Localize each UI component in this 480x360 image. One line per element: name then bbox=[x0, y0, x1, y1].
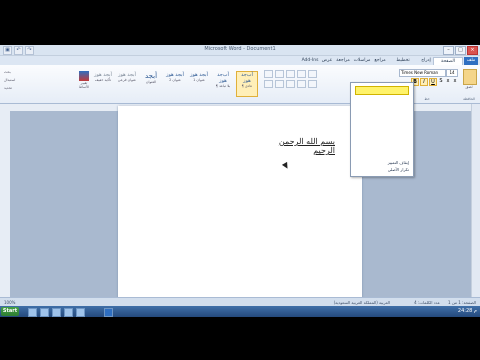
clipboard-group-label: الحافظة bbox=[463, 97, 475, 101]
subscript-button[interactable]: x bbox=[445, 78, 451, 84]
alignment-buttons bbox=[264, 80, 317, 88]
window-controls: – □ × bbox=[443, 46, 478, 55]
font-format-row: B I U S x x bbox=[411, 78, 458, 86]
style-name: عنوان 1 bbox=[193, 78, 205, 82]
editing-group: بحث استبدال تحديد bbox=[2, 67, 28, 101]
tab-insert[interactable]: إدراج bbox=[419, 57, 433, 65]
document-page[interactable] bbox=[118, 106, 362, 306]
style-no-spacing[interactable]: أب‌جد هوز ¶ بلا تباعد bbox=[212, 71, 234, 97]
vertical-scrollbar[interactable] bbox=[471, 104, 480, 306]
word-taskbar-icon[interactable] bbox=[104, 308, 113, 317]
numbering-icon[interactable] bbox=[275, 70, 284, 78]
style-title[interactable]: أبجد العنوان bbox=[140, 71, 162, 97]
decrease-indent-icon[interactable] bbox=[297, 70, 306, 78]
align-center-icon[interactable] bbox=[275, 80, 284, 88]
change-styles-icon bbox=[79, 71, 89, 81]
align-right-icon[interactable] bbox=[286, 80, 295, 88]
find-button[interactable]: بحث bbox=[4, 70, 11, 74]
underline-button[interactable]: U bbox=[429, 78, 437, 86]
align-left-icon[interactable] bbox=[264, 80, 273, 88]
style-subtle-emphasis[interactable]: أبجد هوز تأكيد خفيف bbox=[92, 71, 114, 97]
style-preview: أب‌جد هوز bbox=[217, 72, 229, 84]
justify-icon[interactable] bbox=[297, 80, 306, 88]
multilevel-list-icon[interactable] bbox=[286, 70, 295, 78]
increase-indent-icon[interactable] bbox=[308, 70, 317, 78]
style-subtitle[interactable]: أبجد هوز عنوان فرعي bbox=[116, 71, 138, 97]
word-count[interactable]: عدد الكلمات: 4 bbox=[414, 300, 440, 305]
page-count[interactable]: الصفحة: 1 من 1 bbox=[448, 300, 476, 305]
taskbar-app-icon[interactable] bbox=[52, 308, 61, 317]
paste-icon[interactable] bbox=[463, 69, 477, 85]
bullets-icon[interactable] bbox=[264, 70, 273, 78]
line-spacing-icon[interactable] bbox=[308, 80, 317, 88]
font-size-select[interactable]: 14 bbox=[446, 69, 458, 77]
paragraph-group bbox=[262, 67, 348, 101]
italic-button[interactable]: I bbox=[420, 78, 428, 86]
select-button[interactable]: تحديد bbox=[4, 86, 12, 90]
style-heading-2[interactable]: أبجد هوز عنوان 2 bbox=[164, 71, 186, 97]
system-clock: 24:28 م bbox=[457, 308, 477, 314]
style-preview: أبجد bbox=[144, 72, 158, 80]
styles-gallery: أب‌جد هوز ¶ عادي أب‌جد هوز ¶ بلا تباعد أ… bbox=[28, 67, 260, 101]
style-name: عنوان 2 bbox=[169, 78, 181, 82]
paste-label: لصق bbox=[465, 85, 473, 89]
taskbar-app-icon[interactable] bbox=[64, 308, 73, 317]
title-bar: ▣ ↶ ↷ Microsoft Word - Document1 – □ × bbox=[0, 45, 480, 56]
ribbon-tabs: ملف الصفحة الرئيسية إدراج تخطيط الصفحة م… bbox=[0, 56, 480, 72]
taskbar-app-icon[interactable] bbox=[76, 308, 85, 317]
taskbar: Start 24:28 م bbox=[0, 306, 480, 317]
style-name: عنوان فرعي bbox=[117, 78, 137, 82]
tab-review[interactable]: مراجعة bbox=[335, 57, 351, 65]
style-normal[interactable]: أب‌جد هوز ¶ عادي bbox=[236, 71, 258, 97]
stop-highlighting-option[interactable]: تكرار الأصلي bbox=[388, 167, 409, 172]
clipboard-group: لصق الحافظة bbox=[460, 67, 478, 101]
list-buttons bbox=[264, 70, 317, 78]
window-title: Microsoft Word - Document1 bbox=[204, 46, 276, 52]
style-name: ¶ بلا تباعد bbox=[215, 84, 231, 88]
style-name: العنوان bbox=[145, 80, 157, 84]
strikethrough-button[interactable]: S bbox=[438, 78, 444, 84]
tab-add-ins[interactable]: Add-Ins bbox=[301, 57, 319, 65]
tab-view[interactable]: عرض bbox=[321, 57, 333, 65]
maximize-button[interactable]: □ bbox=[455, 46, 466, 55]
superscript-button[interactable]: x bbox=[452, 78, 458, 84]
tab-page-layout[interactable]: تخطيط الصفحة bbox=[389, 57, 417, 71]
taskbar-app-icon[interactable] bbox=[40, 308, 49, 317]
document-text[interactable]: بسم الله الرحمن الرحيم bbox=[265, 137, 335, 155]
vertical-ruler bbox=[0, 111, 10, 306]
tab-references[interactable]: مراجع bbox=[373, 57, 387, 65]
style-preview: أب‌جد هوز bbox=[241, 72, 253, 84]
language-status[interactable]: العربية (المملكة العربية السعودية) bbox=[334, 300, 390, 305]
style-name: تأكيد خفيف bbox=[94, 78, 112, 82]
tab-mailings[interactable]: مراسلات bbox=[353, 57, 371, 65]
start-button[interactable]: Start bbox=[1, 307, 19, 316]
taskbar-app-icon[interactable] bbox=[28, 308, 37, 317]
zoom-level[interactable]: 100% bbox=[4, 300, 15, 305]
tab-file[interactable]: ملف bbox=[464, 57, 478, 65]
change-styles-label: تغيير الأنماط bbox=[78, 81, 90, 89]
minimize-button[interactable]: – bbox=[443, 46, 454, 55]
change-styles-button[interactable]: تغيير الأنماط bbox=[76, 71, 92, 97]
font-name-select[interactable]: Times New Roman bbox=[399, 69, 446, 77]
close-button[interactable]: × bbox=[467, 46, 478, 55]
highlight-color-dropdown: إيقاف التمييز تكرار الأصلي bbox=[350, 82, 414, 177]
style-name: ¶ عادي bbox=[241, 84, 253, 88]
yellow-swatch[interactable] bbox=[355, 86, 409, 95]
replace-button[interactable]: استبدال bbox=[4, 78, 15, 82]
no-color-option[interactable]: إيقاف التمييز bbox=[388, 160, 409, 165]
style-heading-1[interactable]: أبجد هوز عنوان 1 bbox=[188, 71, 210, 97]
